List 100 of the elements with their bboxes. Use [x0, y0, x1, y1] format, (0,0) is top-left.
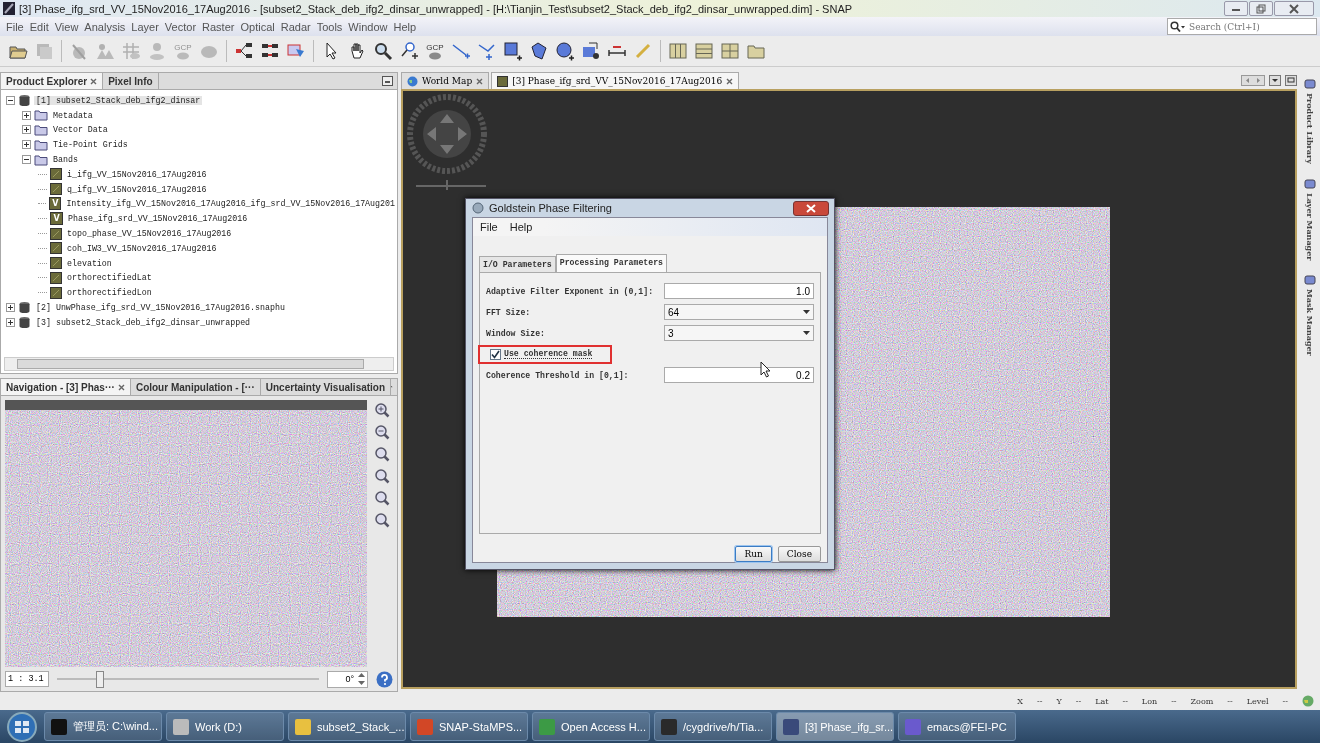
menu-item[interactable]: Help — [506, 221, 536, 233]
tree-item[interactable]: Tie-Point Grids — [51, 140, 130, 150]
restore-button[interactable] — [1249, 1, 1273, 16]
panel-icon — [1304, 274, 1316, 287]
side-panel-tab[interactable]: Product Library — [1304, 78, 1316, 164]
globe-icon — [407, 75, 418, 87]
tree-item[interactable]: [3] subset2_Stack_deb_ifg2_dinsar_unwrapped — [34, 317, 253, 327]
side-panel-tab[interactable]: Mask Manager — [1304, 274, 1316, 357]
input-field[interactable]: 1.0 — [664, 283, 814, 299]
menu-item[interactable]: Help — [390, 20, 420, 33]
close-button[interactable] — [793, 200, 829, 216]
expand-icon[interactable] — [22, 110, 31, 120]
expand-icon[interactable] — [22, 125, 31, 135]
virtual-band-icon: V — [49, 197, 62, 211]
sync-cursor-icon[interactable] — [374, 512, 390, 528]
dialog-button[interactable]: Run — [735, 546, 772, 562]
minimize-button[interactable] — [1224, 1, 1248, 16]
menu-item[interactable]: View — [51, 20, 82, 33]
status-label: X — [1017, 696, 1024, 706]
editor-tab[interactable]: World Map — [401, 72, 490, 89]
status-value: -- — [1282, 696, 1288, 706]
dialog-button[interactable]: Close — [777, 546, 821, 562]
taskbar-button[interactable]: Open Access H... — [532, 712, 650, 741]
dropdown[interactable]: 3 — [664, 325, 814, 341]
menu-item[interactable]: Edit — [26, 20, 52, 33]
tree-item[interactable]: q_ifg_VV_15Nov2016_17Aug2016 — [65, 184, 209, 194]
tree-item[interactable]: [2] UnwPhase_ifg_srd_VV_15Nov2016_17Aug2016.snaphu — [34, 303, 287, 313]
rectangle-tool-icon[interactable] — [501, 39, 525, 63]
menu-item[interactable]: Radar — [277, 20, 314, 33]
tree-item[interactable]: Bands — [51, 155, 80, 165]
window-title: [3] Phase_ifg_srd_VV_15Nov2016_17Aug2016 - [subset2_Stack_deb_ifg2_dinsar_unwrapped] - [H:\Tianjin_Test\subset2_Stack_deb_ifg2_dinsar_unwrapped.dim] - SNAP — [19, 2, 853, 15]
tree-item[interactable]: [1] subset2_Stack_deb_ifg2_dinsar — [34, 95, 203, 105]
tab[interactable]: I/O Parameters — [479, 256, 556, 272]
menu-item[interactable]: File — [477, 221, 501, 233]
input-field[interactable]: 0.2 — [664, 367, 814, 383]
panel-tab[interactable]: Product Explorer — [1, 73, 104, 89]
tree-item[interactable]: coh_IW3_VV_15Nov2016_17Aug2016 — [65, 243, 219, 253]
minimize-panel-icon[interactable] — [382, 76, 393, 86]
horizontal-scrollbar[interactable] — [4, 357, 394, 371]
taskbar-button[interactable]: subset2_Stack_... — [288, 712, 406, 741]
field-label: Adaptive Filter Exponent in (0,1]: — [486, 286, 654, 296]
zoom-all-icon[interactable] — [374, 468, 390, 484]
menu-item[interactable]: Vector — [161, 20, 200, 33]
band-image-icon — [50, 227, 62, 240]
tree-item[interactable]: elevation — [65, 258, 114, 268]
menu-item[interactable]: Tools — [313, 20, 346, 33]
expand-icon[interactable] — [6, 303, 15, 313]
taskbar-button[interactable]: Work (D:) — [166, 712, 284, 741]
close-icon[interactable] — [726, 77, 734, 85]
tree-item[interactable]: orthorectifiedLat — [65, 273, 154, 283]
zoom-in-icon[interactable] — [374, 402, 390, 418]
search-field[interactable]: Search (Ctrl+I) — [1167, 18, 1317, 35]
menu-item[interactable]: File — [3, 20, 27, 33]
panel-tab[interactable]: Pixel Info — [103, 73, 159, 89]
slider-thumb[interactable] — [95, 671, 104, 688]
sync-views-icon[interactable] — [374, 490, 390, 506]
navigation-compass-drawing[interactable] — [406, 94, 488, 190]
panel-icon — [1304, 177, 1316, 190]
tree-item[interactable]: Intensity_ifg_VV_15Nov2016_17Aug2016_ifg_srd_VV_15Nov2016_17Aug201 — [64, 199, 397, 209]
tree-item[interactable]: i_ifg_VV_15Nov2016_17Aug2016 — [65, 169, 209, 179]
tree-item[interactable]: topo_phase_VV_15Nov2016_17Aug2016 — [65, 229, 234, 239]
close-icon[interactable] — [476, 77, 484, 85]
tree-item[interactable]: Vector Data — [51, 125, 110, 135]
panel-tab[interactable]: Navigation - [3] Phas··· — [1, 379, 131, 395]
rotation-spinner[interactable]: 0° — [327, 670, 368, 688]
panel-tab[interactable]: Colour Manipulation - [··· — [130, 379, 261, 395]
taskbar-button[interactable]: SNAP-StaMPS... — [410, 712, 528, 741]
tab[interactable]: Processing Parameters — [555, 254, 667, 272]
menu-item[interactable]: Optical — [237, 20, 278, 33]
dropdown[interactable]: 64 — [664, 304, 814, 320]
checkbox[interactable] — [490, 348, 501, 360]
maximize-icon[interactable] — [1285, 75, 1297, 86]
menu-item[interactable]: Layer — [128, 20, 162, 33]
zoom-factor-field[interactable]: 1 : 3.1 — [5, 671, 49, 687]
tree-item[interactable]: Phase_ifg_srd_VV_15Nov2016_17Aug2016 — [66, 214, 250, 224]
menu-item[interactable]: Analysis — [81, 20, 129, 33]
expand-icon[interactable] — [22, 140, 31, 150]
tree-item[interactable]: orthorectifiedLon — [65, 288, 154, 298]
zoom-out-icon[interactable] — [374, 424, 390, 440]
taskbar-button[interactable]: emacs@FEI-PC — [898, 712, 1016, 741]
taskbar-button[interactable]: 管理员: C:\wind... — [44, 712, 162, 741]
menu-item[interactable]: Raster — [199, 20, 238, 33]
status-value: -- — [1122, 696, 1128, 706]
close-button[interactable] — [1274, 1, 1314, 16]
menu-item[interactable]: Window — [345, 20, 391, 33]
ellipse-tool-icon[interactable] — [553, 39, 577, 63]
taskbar-button[interactable]: /cygdrive/h/Tia... — [654, 712, 772, 741]
start-button[interactable] — [4, 710, 40, 743]
zoom-pixel-icon[interactable] — [374, 446, 390, 462]
collapse-icon[interactable] — [22, 155, 31, 165]
help-icon[interactable] — [376, 670, 393, 688]
editor-tab[interactable]: [3] Phase_ifg_srd_VV_15Nov2016_17Aug2016 — [491, 72, 740, 89]
side-panel-tab[interactable]: Layer Manager — [1304, 177, 1316, 261]
close-icon[interactable] — [117, 383, 125, 391]
collapse-icon[interactable] — [6, 95, 15, 105]
dropdown-icon[interactable] — [1269, 75, 1281, 86]
expand-icon[interactable] — [6, 317, 15, 327]
tree-item[interactable]: Metadata — [51, 110, 95, 120]
checkbox-label[interactable]: Use coherence mask — [504, 349, 593, 359]
close-icon[interactable] — [90, 77, 98, 85]
